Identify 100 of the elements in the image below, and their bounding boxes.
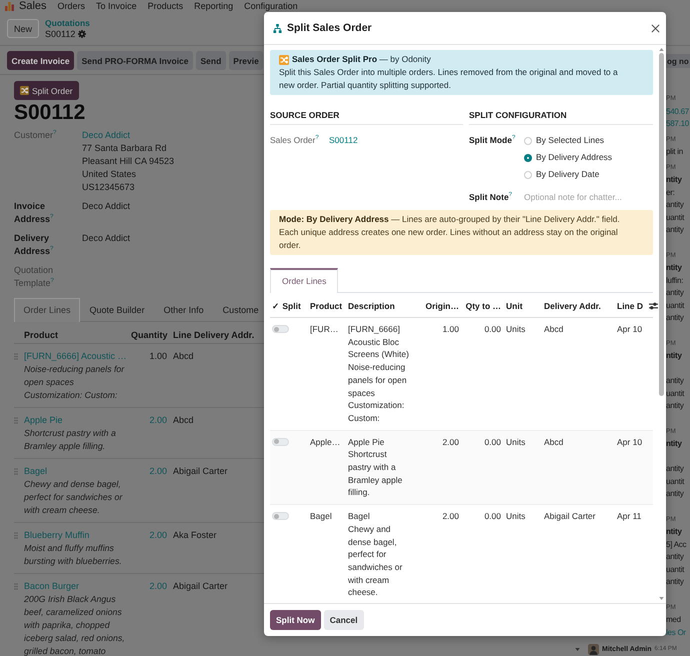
- tab[interactable]: Order Lines: [270, 268, 338, 293]
- message-text: luffin:: [666, 274, 684, 286]
- quantity-cell-text: 2.00: [148, 529, 167, 542]
- table-cell-text: Abigail Carter: [543, 510, 596, 524]
- sliders-icon[interactable]: [649, 302, 658, 310]
- radio-button[interactable]: [524, 154, 532, 162]
- product-description: 200G Irish Black Angus beef, caramelized onions with paprika, chopped iceberg salad, red onions, grilled bacon, tomato: [24, 593, 126, 656]
- gear-icon[interactable]: [78, 30, 86, 38]
- toggle-switch[interactable]: [272, 325, 289, 333]
- section-heading: SPLIT CONFIGURATION: [469, 109, 653, 125]
- message-text: plit in: [666, 146, 684, 158]
- column-header: Unit: [505, 300, 524, 313]
- message-text: antity: [666, 488, 685, 500]
- product-link[interactable]: Apple Pie: [24, 414, 131, 427]
- radio-label[interactable]: By Delivery Address: [536, 151, 612, 164]
- quantity-cell-text: 2.00: [148, 414, 167, 427]
- address-line: 77 Santa Barbara Rd: [82, 142, 167, 155]
- menu-item[interactable]: Orders: [58, 0, 86, 12]
- quantity-cell-text: 1.00: [148, 350, 167, 363]
- column-header: Delivery Addr.: [543, 300, 602, 313]
- toggle-switch[interactable]: [272, 512, 289, 520]
- record-name: S00112: [45, 28, 76, 40]
- split-order-button[interactable]: Split Order: [14, 81, 79, 100]
- tab[interactable]: Quote Builder: [80, 298, 154, 322]
- drag-handle-icon[interactable]: [14, 532, 18, 539]
- drag-handle-icon[interactable]: [14, 353, 18, 360]
- quantity-cell-text: 2.00: [148, 465, 167, 478]
- menu-item[interactable]: Configuration: [244, 0, 298, 12]
- product-description: Chewy and dense bagel, perfect for sandwiches or with cream cheese.: [24, 478, 124, 517]
- menu-item[interactable]: Products: [148, 0, 184, 12]
- table-cell-text: 0.00: [483, 510, 502, 524]
- action-button[interactable]: Send: [196, 51, 226, 70]
- message-text: uantit: [666, 564, 686, 576]
- dialog-button[interactable]: Split Now: [270, 610, 321, 630]
- shuffle-icon: [279, 54, 289, 64]
- address-cell-text: Abigail Carter: [172, 580, 229, 593]
- order-link[interactable]: S00112: [329, 134, 358, 147]
- message-text: antity: [666, 400, 685, 412]
- quantity-cell-text: 2.00: [148, 580, 167, 593]
- menu-item[interactable]: Reporting: [194, 0, 234, 12]
- message-link[interactable]: 540.67: [666, 106, 690, 118]
- message-field: ntity: [666, 174, 690, 186]
- tab[interactable]: Other Info: [154, 298, 214, 322]
- table-cell-text: 0.00: [483, 323, 502, 336]
- table-cell-text: Apr 10: [616, 323, 644, 336]
- toggle-switch[interactable]: [272, 438, 289, 446]
- table-cell-text: Units: [505, 436, 526, 449]
- message-field: ntity: [666, 350, 690, 362]
- tab[interactable]: Order Lines: [14, 298, 80, 322]
- table-cell-text: Bagel Chewy and dense bagel, perfect for sandwiches or with cream cheese.: [347, 510, 404, 600]
- address-cell-text: Abigail Carter: [172, 465, 229, 478]
- scroll-down-icon[interactable]: [658, 597, 664, 600]
- menu-item[interactable]: To Invoice: [96, 0, 137, 12]
- message-text: antity: [666, 576, 685, 588]
- address-line: United States: [82, 168, 136, 181]
- message-text: antity: [666, 199, 685, 211]
- message-text: antity: [666, 463, 685, 475]
- radio-label[interactable]: By Delivery Date: [536, 168, 600, 181]
- scrollbar-thumb[interactable]: [658, 53, 664, 396]
- hierarchy-icon: [273, 24, 282, 32]
- close-icon[interactable]: [651, 24, 660, 32]
- action-button[interactable]: Send PRO-FORMA Invoice: [77, 51, 194, 70]
- address-cell-text: Aka Foster: [172, 529, 218, 542]
- note-field[interactable]: Optional note for chatter...: [524, 191, 649, 204]
- dialog-title: Split Sales Order: [287, 22, 372, 34]
- field-label: Invoice Address$^{?}$: [14, 200, 54, 226]
- product-link[interactable]: Blueberry Muffin: [24, 529, 131, 542]
- caret-icon[interactable]: [575, 648, 580, 650]
- drag-handle-icon[interactable]: [14, 468, 18, 475]
- message-text: antity: [666, 224, 685, 236]
- radio-label[interactable]: By Selected Lines: [536, 134, 604, 147]
- new-button[interactable]: New: [7, 19, 40, 38]
- product-description: Noise-reducing panels for open spaces Customization: Custom:: [24, 363, 126, 402]
- table-cell-text: 2.00: [441, 436, 460, 449]
- dialog-button[interactable]: Cancel: [324, 610, 364, 630]
- field-label: Quotation Template$^{?}$: [14, 264, 55, 290]
- app-name[interactable]: Sales: [19, 0, 47, 12]
- message-text: med: [666, 614, 682, 626]
- mode-notice: Mode: By Delivery Address — Lines are auto-grouped by their "Line Delivery Addr." field. Each unique address creates one new order. Lines without an address stay on the original order.: [270, 210, 653, 255]
- message-text: antity: [666, 312, 685, 324]
- table-cell-text: 0.00: [483, 436, 502, 449]
- product-link[interactable]: Bacon Burger: [24, 580, 131, 593]
- product-description: Shortcrust pastry with a Bramley apple filling.: [24, 427, 117, 453]
- scroll-up-icon[interactable]: [658, 48, 664, 51]
- action-button[interactable]: Create Invoice: [7, 51, 74, 70]
- tab[interactable]: Custome: [213, 298, 268, 322]
- table-cell-text: Apr 10: [616, 436, 644, 449]
- address-line: Pleasant Hill CA 94523: [82, 155, 174, 168]
- column-header: ✓ Split: [271, 300, 302, 313]
- action-button[interactable]: Previe: [228, 51, 264, 70]
- drag-handle-icon[interactable]: [14, 583, 18, 590]
- field-value: Deco Addict: [82, 200, 130, 213]
- log-note-button[interactable]: og no: [666, 54, 690, 68]
- drag-handle-icon[interactable]: [14, 417, 18, 424]
- field-label: Delivery Address$^{?}$: [14, 232, 54, 258]
- message-field: ntity: [666, 262, 690, 274]
- message-text: er:: [666, 186, 676, 198]
- app-icon[interactable]: [5, 2, 14, 10]
- message-text: antity: [666, 287, 685, 299]
- message-text: uantit: [666, 388, 686, 400]
